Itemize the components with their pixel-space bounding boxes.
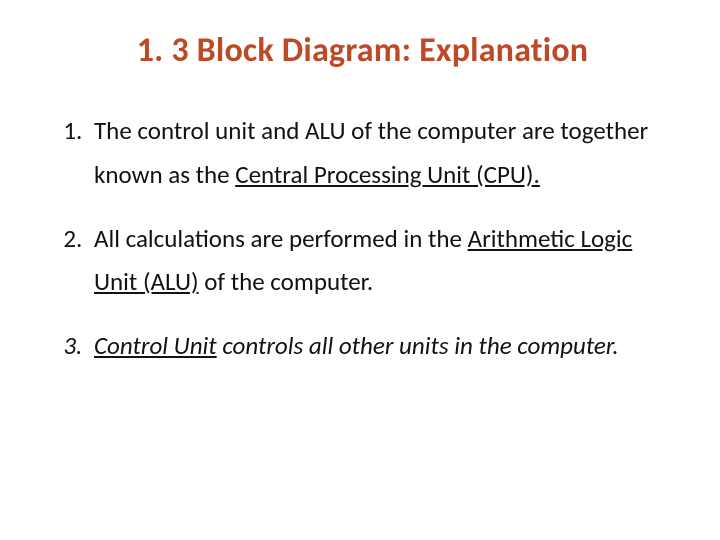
- item-text-pre: All calculations are performed in the: [94, 223, 468, 254]
- item-text-underlined: Central Processing Unit (CPU).: [235, 159, 540, 190]
- slide-title: 1. 3 Block Diagram: Explanation: [50, 30, 675, 71]
- list-item: The control unit and ALU of the computer…: [88, 109, 675, 197]
- item-text-post: controls all other units in the computer…: [217, 330, 619, 361]
- list-item: All calculations are performed in the Ar…: [88, 217, 675, 305]
- list-item: Control Unit controls all other units in…: [88, 324, 675, 368]
- explanation-list: The control unit and ALU of the computer…: [50, 109, 675, 368]
- item-text-post: of the computer.: [199, 266, 374, 297]
- item-text-underlined: Control Unit: [94, 330, 217, 361]
